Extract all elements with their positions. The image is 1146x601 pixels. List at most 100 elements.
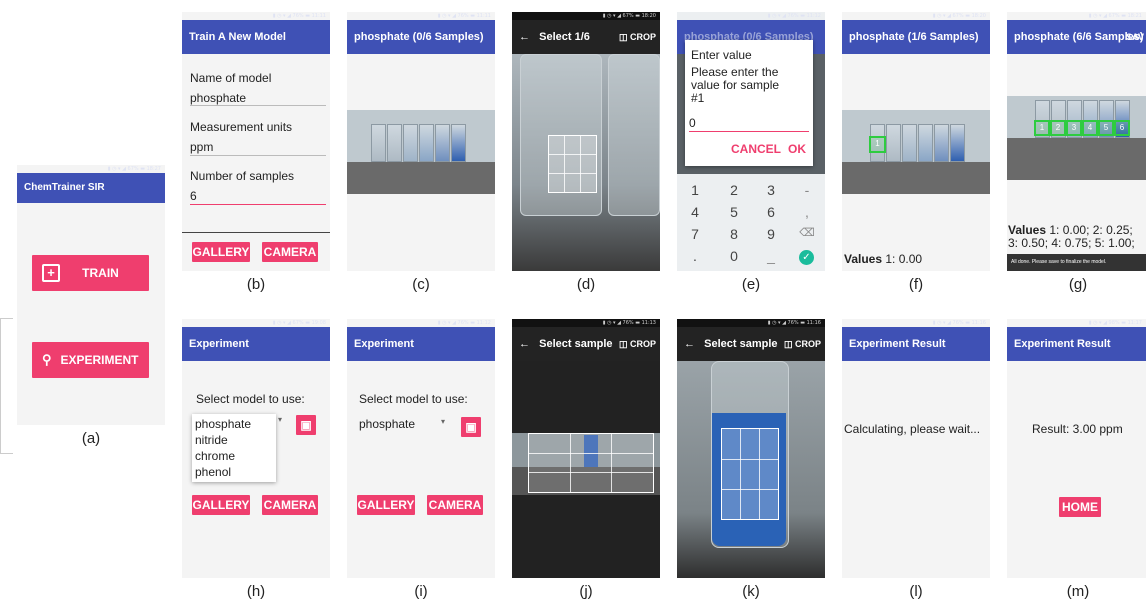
key-6[interactable]: 6 <box>761 204 781 220</box>
crop-label: CROP <box>629 339 656 349</box>
trash-icon: ▣ <box>300 418 312 432</box>
key-1[interactable]: 1 <box>685 182 705 198</box>
model-dropdown-list[interactable]: phosphate nitride chrome phenol <box>192 414 276 482</box>
crop-box[interactable] <box>721 428 779 520</box>
panel-e: ▮ ◷ ▾ ◢ 76% ▬ 11:12 phosphate (0/6 Sampl… <box>677 12 825 271</box>
option-nitride[interactable]: nitride <box>192 431 276 447</box>
cancel-button[interactable]: CANCEL <box>731 142 781 156</box>
key-3[interactable]: 3 <box>761 182 781 198</box>
sample-box: 5 <box>1098 120 1114 136</box>
back-arrow-icon[interactable]: ← <box>519 338 530 350</box>
select-label: Select model to use: <box>196 392 305 406</box>
samples-field[interactable]: 6 <box>190 189 197 203</box>
vial <box>902 124 917 162</box>
dialog-message: Please enter the value for sample #1 <box>691 65 780 105</box>
vial <box>387 124 402 162</box>
caption-h: (h) <box>246 583 266 600</box>
camera-button[interactable]: CAMERA <box>262 242 318 262</box>
status-bar: ▮ ◷ ▾ ◢ 98% ▬ 11:17 <box>1088 320 1142 326</box>
camera-button[interactable]: CAMERA <box>427 495 483 515</box>
trash-icon: ▣ <box>465 420 477 434</box>
name-label: Name of model <box>190 71 272 85</box>
key-9[interactable]: 9 <box>761 226 781 242</box>
backspace-icon[interactable]: ⌫ <box>797 226 817 239</box>
save-button[interactable]: SAV <box>1126 20 1144 54</box>
panel-i: ▮ ◷ ▾ ◢ 76% ▬ 11:12 Experiment Select mo… <box>347 319 495 578</box>
gallery-button[interactable]: GALLERY <box>192 242 250 262</box>
delete-model-button[interactable]: ▣ <box>461 417 481 437</box>
caption-l: (l) <box>909 583 923 600</box>
app-title: ChemTrainer SIR <box>17 173 165 203</box>
back-arrow-icon[interactable]: ← <box>684 338 695 350</box>
model-dropdown[interactable]: phosphate <box>359 417 415 431</box>
caption-d: (d) <box>576 276 596 293</box>
sample-photo <box>512 433 660 495</box>
selected-sample-box: 1 <box>869 136 886 153</box>
caption-m: (m) <box>1066 583 1090 600</box>
name-field[interactable]: phosphate <box>190 91 246 105</box>
crop-label: CROP <box>629 32 656 42</box>
crop-action[interactable]: ◫ CROP <box>619 20 656 54</box>
vial <box>419 124 434 162</box>
camera-button[interactable]: CAMERA <box>262 495 318 515</box>
caption-i: (i) <box>414 583 428 600</box>
crop-title: Select sample <box>704 338 778 350</box>
done-check-icon[interactable]: ✓ <box>799 250 814 265</box>
key-comma[interactable]: , <box>797 204 817 220</box>
crop-action[interactable]: ◫ CROP <box>619 327 656 361</box>
key-minus[interactable]: - <box>797 182 817 198</box>
delete-model-button[interactable]: ▣ <box>296 415 316 435</box>
toast: All done. Please save to finalize the mo… <box>1007 254 1146 271</box>
crop-box[interactable] <box>528 433 654 493</box>
status-bar: ▮ ◷ ▾ ◢ 67% ▬ 18:21 <box>1088 13 1142 19</box>
value-input[interactable]: 0 <box>689 116 696 130</box>
title-text: phosphate (6/6 Samples) <box>1014 31 1144 43</box>
sample-photo <box>512 54 660 271</box>
key-7[interactable]: 7 <box>685 226 705 242</box>
crop-icon: ◫ <box>618 32 628 42</box>
dropdown-arrow-icon[interactable]: ▾ <box>278 415 282 424</box>
vial <box>918 124 933 162</box>
option-phosphate[interactable]: phosphate <box>192 414 276 431</box>
key-space[interactable]: _ <box>761 248 781 264</box>
caption-a: (a) <box>81 430 101 447</box>
option-phenol[interactable]: phenol <box>192 463 276 479</box>
status-bar: ▮ ◷ ▾ ◢ 76% ▬ 11:16 <box>677 319 825 327</box>
key-0[interactable]: 0 <box>724 248 744 264</box>
add-icon: + <box>42 264 60 282</box>
key-5[interactable]: 5 <box>724 204 744 220</box>
status-bar: ▮ ◷ ▾ ◢ 76% ▬ 11:16 <box>932 320 986 326</box>
vial <box>950 124 965 162</box>
app-title: phosphate (0/6 Samples) <box>347 20 495 54</box>
experiment-label: EXPERIMENT <box>60 353 139 367</box>
sample-box: 3 <box>1066 120 1082 136</box>
back-arrow-icon[interactable]: ← <box>519 31 530 43</box>
status-bar: ▮ ◷ ▾ ◢ 67% ▬ 19:08 <box>272 320 326 326</box>
crop-action[interactable]: ◫ CROP <box>784 327 821 361</box>
units-field[interactable]: ppm <box>190 140 213 154</box>
train-button[interactable]: + TRAIN <box>32 255 149 291</box>
key-2[interactable]: 2 <box>724 182 744 198</box>
crop-box[interactable] <box>548 135 597 193</box>
caption-b: (b) <box>246 276 266 293</box>
key-dot[interactable]: . <box>685 248 705 264</box>
vial <box>435 124 450 162</box>
value-dialog: Enter value Please enter the value for s… <box>685 40 813 166</box>
app-title: Experiment <box>347 327 495 361</box>
panel-b: ▮ ◷ ▾ ◢ 76% ▬ 11:11 Train A New Model Na… <box>182 12 330 271</box>
vials-photo <box>347 110 495 194</box>
option-chrome[interactable]: chrome <box>192 447 276 463</box>
key-8[interactable]: 8 <box>724 226 744 242</box>
units-label: Measurement units <box>190 120 293 134</box>
name-underline <box>190 105 326 106</box>
gallery-button[interactable]: GALLERY <box>357 495 415 515</box>
crop-label: CROP <box>794 339 821 349</box>
home-button[interactable]: HOME <box>1059 497 1101 517</box>
dropdown-arrow-icon[interactable]: ▾ <box>441 417 445 426</box>
gallery-button[interactable]: GALLERY <box>192 495 250 515</box>
experiment-button[interactable]: ⚲ EXPERIMENT <box>32 342 149 378</box>
bottle <box>608 54 660 216</box>
key-4[interactable]: 4 <box>685 204 705 220</box>
caption-j: (j) <box>579 583 593 600</box>
ok-button[interactable]: OK <box>788 142 806 156</box>
